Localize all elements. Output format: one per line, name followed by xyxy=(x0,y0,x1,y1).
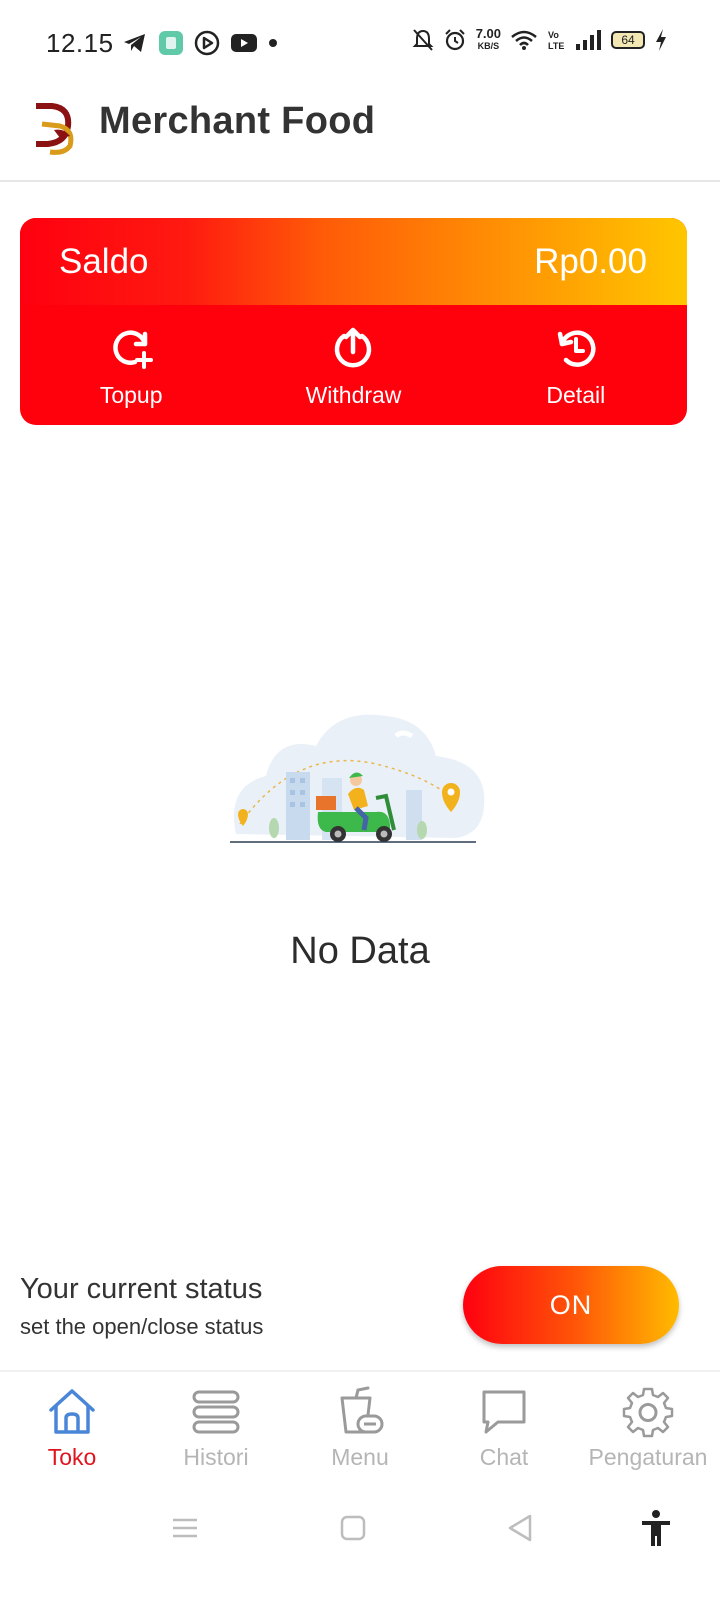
charging-bolt-icon xyxy=(656,29,666,51)
play-circle-icon xyxy=(194,30,220,56)
chat-icon xyxy=(482,1390,526,1434)
store-status-toggle[interactable]: ON xyxy=(463,1266,679,1344)
nav-label-menu: Menu xyxy=(331,1444,389,1470)
detail-label: Detail xyxy=(546,381,606,408)
svg-text:LTE: LTE xyxy=(548,41,564,51)
bottom-navigation: Toko Histori Menu Chat Pengaturan xyxy=(0,1370,720,1480)
notification-icons xyxy=(122,30,278,56)
topup-icon xyxy=(113,329,154,369)
withdraw-button[interactable]: Withdraw xyxy=(242,305,464,425)
food-menu-icon xyxy=(340,1386,384,1434)
topup-button[interactable]: Topup xyxy=(20,305,242,425)
back-button-icon[interactable] xyxy=(500,1508,540,1548)
system-icons: 7.00 KB/S Vo LTE 64 xyxy=(412,26,668,52)
muted-bell-icon xyxy=(412,29,434,51)
nav-item-chat[interactable]: Chat xyxy=(432,1372,576,1480)
app-bar: Merchant Food xyxy=(0,88,720,182)
balance-header: Saldo Rp0.00 xyxy=(20,218,687,305)
status-time: 12.15 xyxy=(46,28,114,58)
system-navigation-bar xyxy=(0,1490,720,1600)
nav-item-menu[interactable]: Menu xyxy=(288,1372,432,1480)
telegram-icon xyxy=(124,34,145,52)
balance-label: Saldo xyxy=(59,242,149,281)
youtube-icon xyxy=(231,34,257,52)
detail-button[interactable]: Detail xyxy=(465,305,687,425)
topup-label: Topup xyxy=(99,381,163,408)
nav-item-histori[interactable]: Histori xyxy=(144,1372,288,1480)
status-bar: 12.15 7.00 KB/S Vo LTE 64 xyxy=(0,0,720,88)
nav-label-chat: Chat xyxy=(479,1444,529,1470)
wifi-icon xyxy=(511,30,537,50)
balance-actions: Topup Withdraw Detail xyxy=(20,305,687,425)
withdraw-icon xyxy=(335,327,372,367)
nav-label-toko: Toko xyxy=(47,1444,97,1470)
nav-item-pengaturan[interactable]: Pengaturan xyxy=(576,1372,720,1480)
network-speed: 7.00 KB/S xyxy=(475,26,501,51)
store-status-subtitle: set the open/close status xyxy=(20,1314,264,1339)
nav-label-pengaturan: Pengaturan xyxy=(588,1444,708,1470)
svg-text:Vo: Vo xyxy=(548,30,559,40)
list-icon xyxy=(192,1390,240,1434)
nav-label-histori: Histori xyxy=(183,1444,249,1470)
home-button-icon[interactable] xyxy=(333,1508,373,1548)
nav-item-toko[interactable]: Toko xyxy=(0,1372,144,1480)
empty-state-text: No Data xyxy=(290,930,430,972)
withdraw-label: Withdraw xyxy=(305,381,402,408)
store-status-title: Your current status xyxy=(20,1273,263,1305)
history-icon xyxy=(557,329,596,367)
signal-icon xyxy=(576,30,601,50)
balance-card: Saldo Rp0.00 Topup Withdraw Detail xyxy=(20,218,687,425)
merchant-logo-icon xyxy=(36,103,74,155)
gear-icon xyxy=(622,1387,674,1438)
accessibility-icon[interactable] xyxy=(636,1508,676,1548)
battery-indicator: 64 xyxy=(611,31,645,49)
app-notification-icon xyxy=(159,31,183,55)
volte-icon: VoLTE xyxy=(548,30,564,51)
balance-amount: Rp0.00 xyxy=(534,242,647,281)
delivery-scooter-illustration xyxy=(230,714,485,843)
more-notifications-dot-icon xyxy=(269,39,277,47)
home-icon xyxy=(49,1389,95,1434)
alarm-icon xyxy=(444,29,465,51)
recent-apps-icon[interactable] xyxy=(165,1508,205,1548)
app-title: Merchant Food xyxy=(99,100,376,142)
